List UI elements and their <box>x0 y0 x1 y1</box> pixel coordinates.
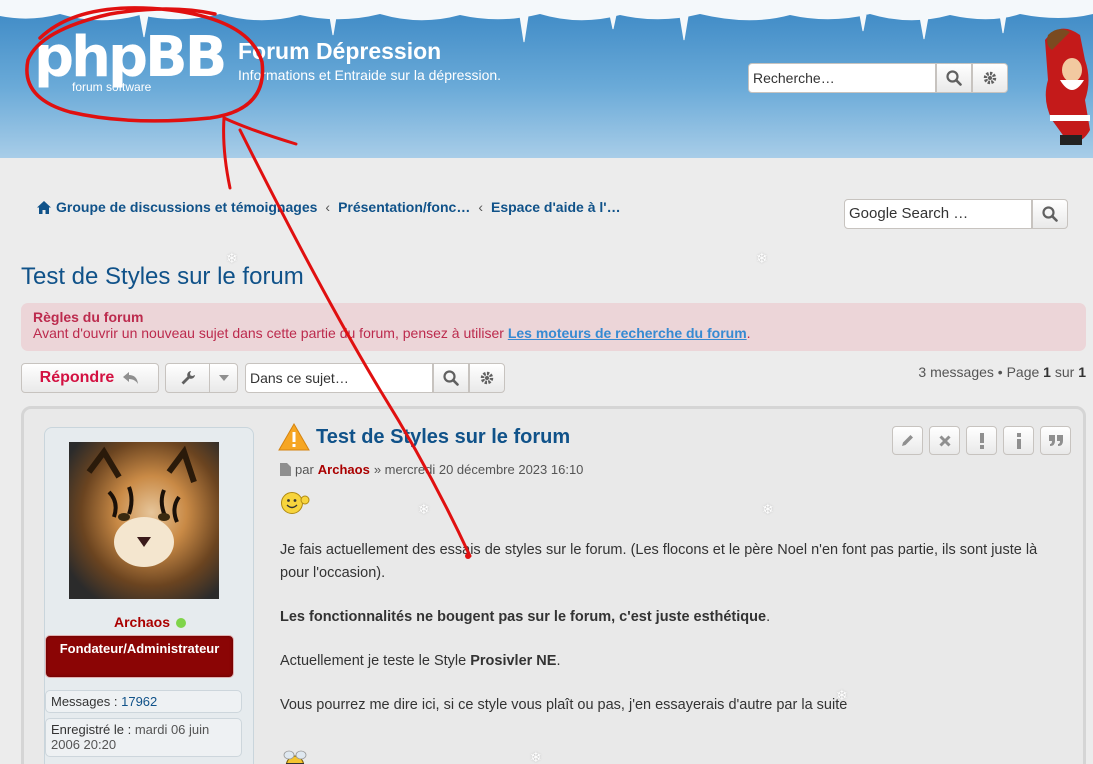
tiger-avatar-image <box>86 445 197 567</box>
pencil-icon <box>902 435 913 446</box>
breadcrumb: Groupe de discussions et témoignages ‹ P… <box>36 199 621 215</box>
delete-button[interactable] <box>929 426 960 455</box>
total-pages: 1 <box>1078 364 1086 380</box>
header-search-button[interactable] <box>936 63 972 93</box>
breadcrumb-item-espace-aide[interactable]: Espace d'aide à l'… <box>491 199 621 215</box>
wave-smiley-icon <box>281 492 310 514</box>
breadcrumb-separator: ‹ <box>325 199 331 215</box>
gear-icon <box>983 71 997 85</box>
post-title-text: Test de Styles sur le forum <box>316 425 571 448</box>
post-style-name: Prosivler NE <box>470 653 557 669</box>
rules-end: . <box>746 325 751 341</box>
header-search: Recherche… <box>748 63 1008 93</box>
forum-rules-box: Règles du forum Avant d'ouvrir un nouvea… <box>21 303 1086 351</box>
author-name-text: Archaos <box>113 614 171 630</box>
header-advanced-search-button[interactable] <box>972 63 1008 93</box>
site-title[interactable]: Forum Dépression <box>238 38 441 65</box>
site-logo[interactable]: phpBB forum software <box>34 25 227 98</box>
google-search-button[interactable] <box>1032 199 1068 229</box>
info-icon <box>1016 432 1021 449</box>
post-author-name[interactable]: Archaos <box>45 614 255 630</box>
topic-tools-button[interactable] <box>165 363 238 393</box>
breadcrumb-item-groupe[interactable]: Groupe de discussions et témoignages <box>56 199 317 215</box>
header-search-input[interactable]: Recherche… <box>748 63 936 93</box>
meta-author[interactable]: Archaos <box>318 462 370 477</box>
post-paragraph-2: Les fonctionnalités ne bougent pas sur l… <box>280 606 1070 629</box>
logo-text: phpBB <box>34 25 227 90</box>
search-icon <box>443 370 459 386</box>
exclamation-icon <box>979 432 984 449</box>
post-stat-messages: Messages : 17962 <box>45 690 242 713</box>
topic-search-input[interactable]: Dans ce sujet… <box>245 363 433 393</box>
meta-by: par <box>295 462 314 477</box>
site-header: phpBB forum software Forum Dépression In… <box>0 0 1093 158</box>
snowflake-decoration: ❄ <box>418 502 430 518</box>
pagination: 3 messages • Page 1 sur 1 <box>918 364 1086 380</box>
messages-label: Messages : <box>51 694 118 709</box>
snowflake-decoration: ❄ <box>762 502 774 518</box>
post-style-end: . <box>556 653 561 669</box>
topic-search-button[interactable] <box>433 363 469 393</box>
post-meta: par Archaos » mercredi 20 décembre 2023 … <box>280 462 583 477</box>
rules-text: Avant d'ouvrir un nouveau sujet dans cet… <box>33 325 1074 341</box>
breadcrumb-separator: ‹ <box>478 199 483 215</box>
current-page: 1 <box>1043 364 1051 380</box>
topic-advanced-search-button[interactable] <box>469 363 505 393</box>
edit-button[interactable] <box>892 426 923 455</box>
post-bold-text: Les fonctionnalités ne bougent pas sur l… <box>280 609 767 625</box>
chevron-down-icon <box>218 375 229 381</box>
messages-value[interactable]: 17962 <box>121 694 157 709</box>
post-title[interactable]: Test de Styles sur le forum <box>278 423 570 451</box>
meta-date: » mercredi 20 décembre 2023 16:10 <box>373 462 584 477</box>
santa-decoration <box>1045 28 1090 145</box>
topic-search: Dans ce sujet… <box>245 363 505 393</box>
google-search: Google Search … <box>844 199 1068 229</box>
home-icon[interactable] <box>36 200 52 215</box>
post-action-buttons <box>892 426 1071 455</box>
post-paragraph-4: Vous pourrez me dire ici, si ce style vo… <box>280 697 848 713</box>
rules-search-link[interactable]: Les moteurs de recherche du forum <box>508 325 747 341</box>
registered-label: Enregistré le : <box>51 722 132 737</box>
post-profile: Archaos Fondateur/Administrateur Message… <box>44 427 254 764</box>
rules-title: Règles du forum <box>33 309 144 325</box>
topic-title[interactable]: Test de Styles sur le forum <box>21 263 304 291</box>
warning-icon <box>278 423 310 451</box>
close-icon <box>938 434 951 447</box>
breadcrumb-item-presentation[interactable]: Présentation/fonc… <box>338 199 470 215</box>
quote-icon <box>1048 435 1063 446</box>
search-icon <box>1042 206 1058 222</box>
search-icon <box>946 70 962 86</box>
info-button[interactable] <box>1003 426 1034 455</box>
reply-icon <box>123 372 139 384</box>
post-paragraph-3: Actuellement je teste le Style Prosivler… <box>280 650 1070 673</box>
snowflake-decoration: ❄ <box>530 750 542 764</box>
logo-subtext: forum software <box>72 80 152 94</box>
post-bold-end: . <box>766 609 771 625</box>
avatar[interactable] <box>69 442 219 599</box>
document-icon <box>280 463 291 476</box>
reply-button[interactable]: Répondre <box>21 363 159 393</box>
bee-smiley-icon <box>283 750 307 764</box>
google-search-input[interactable]: Google Search … <box>844 199 1032 229</box>
post: Archaos Fondateur/Administrateur Message… <box>21 406 1086 764</box>
post-paragraph-1: Je fais actuellement des essais de style… <box>280 542 1038 581</box>
reply-label: Répondre <box>39 369 115 386</box>
snowflake-decoration: ❄ <box>756 251 768 267</box>
site-description: Informations et Entraide sur la dépressi… <box>238 67 502 83</box>
snowflake-decoration: ❄ <box>226 251 238 267</box>
report-button[interactable] <box>966 426 997 455</box>
rank-badge: Fondateur/Administrateur <box>45 635 234 678</box>
post-content: Je fais actuellement des essais de style… <box>280 539 1070 738</box>
post-stat-registered: Enregistré le : mardi 06 juin 2006 20:20 <box>45 718 242 757</box>
gear-icon <box>480 371 494 385</box>
message-count: 3 messages • Page <box>918 364 1044 380</box>
post-style-intro: Actuellement je teste le Style <box>280 653 471 669</box>
snowflake-decoration: ❄ <box>836 688 848 704</box>
quote-button[interactable] <box>1040 426 1071 455</box>
online-status-icon <box>176 618 187 629</box>
rules-body: Avant d'ouvrir un nouveau sujet dans cet… <box>33 325 508 341</box>
page-of: sur <box>1050 364 1079 380</box>
wrench-icon <box>181 371 195 385</box>
